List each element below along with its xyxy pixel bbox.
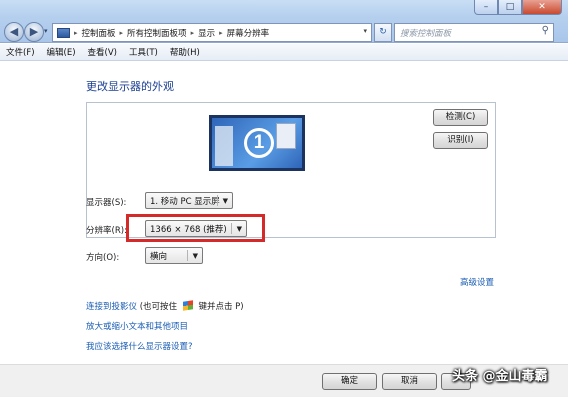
desktop-window-thumbnail [276,123,296,149]
windows-logo-icon [182,300,193,311]
orientation-select[interactable]: 横向 ▼ [145,247,203,264]
breadcrumb-separator-icon: ▸ [119,28,124,37]
detect-button[interactable]: 检测(C) [433,109,488,126]
address-bar[interactable]: ▸ 控制面板 ▸ 所有控制面板项 ▸ 显示 ▸ 屏幕分辨率 ▾ [52,23,372,42]
enlarge-text-link[interactable]: 放大或缩小文本和其他项目 [86,320,188,332]
search-icon[interactable]: ⚲ [542,25,549,36]
forward-button[interactable]: ▶ [24,22,44,42]
desktop-sidebar-thumbnail [215,126,233,166]
back-button[interactable]: ◀ [4,22,24,42]
menu-file[interactable]: 文件(F) [6,46,35,58]
chevron-down-icon: ▼ [222,197,228,205]
window-controls: – □ ✕ [474,0,562,15]
monitor-thumbnail[interactable]: 1 [209,115,305,171]
menu-help[interactable]: 帮助(H) [170,46,200,58]
select-divider [187,250,188,261]
ok-button[interactable]: 确定 [322,373,377,390]
display-label: 显示器(S): [86,198,127,208]
address-dropdown-icon[interactable]: ▾ [363,27,367,35]
chevron-down-icon: ▼ [192,252,198,260]
display-select-value: 1. 移动 PC 显示屏 [150,197,220,207]
which-settings-link[interactable]: 我应该选择什么显示器设置? [86,340,193,352]
orientation-label: 方向(O): [86,253,120,263]
breadcrumb-separator-icon: ▸ [190,28,195,37]
main-content: 更改显示器的外观 1 检测(C) 识别(I) 显示器(S): 1. 移动 PC … [0,62,568,364]
menu-tools[interactable]: 工具(T) [129,46,158,58]
connect-projector-link[interactable]: 连接到投影仪 [86,302,137,312]
projector-hint-before: (也可按住 [139,302,178,312]
control-panel-icon [57,27,70,38]
refresh-button[interactable]: ↻ [374,23,392,42]
close-button[interactable]: ✕ [522,0,562,15]
breadcrumb-control-panel[interactable]: 控制面板 [82,27,116,39]
breadcrumb-separator-icon: ▸ [74,28,78,37]
page-title: 更改显示器的外观 [86,80,174,93]
display-select[interactable]: 1. 移动 PC 显示屏 ▼ [145,192,233,209]
resolution-highlight-box [126,214,265,242]
recent-pages-icon[interactable]: ▾ [44,27,48,35]
identify-button[interactable]: 识别(I) [433,132,488,149]
breadcrumb-display[interactable]: 显示 [198,27,215,39]
menu-bar: 文件(F) 编辑(E) 查看(V) 工具(T) 帮助(H) [0,44,568,61]
select-divider [217,195,218,206]
projector-hint-after: 键并点击 P) [198,302,244,312]
orientation-select-value: 横向 [150,252,168,262]
cancel-button[interactable]: 取消 [382,373,437,390]
search-input[interactable]: 搜索控制面板 ⚲ [394,23,554,42]
watermark-text: 头条 @金山毒霸 [452,369,548,384]
breadcrumb-all-items[interactable]: 所有控制面板项 [127,27,187,39]
breadcrumb-separator-icon: ▸ [219,28,223,37]
menu-edit[interactable]: 编辑(E) [47,46,76,58]
window-title-bar: – □ ✕ ◀ ▶ ▾ ▸ 控制面板 ▸ 所有控制面板项 ▸ 显示 ▸ 屏幕分辨… [0,0,568,43]
minimize-button[interactable]: – [474,0,498,15]
resolution-label: 分辨率(R): [86,226,127,236]
breadcrumb-screen-resolution[interactable]: 屏幕分辨率 [227,27,270,39]
projector-row: 连接到投影仪 (也可按住 键并点击 P) [86,300,244,312]
menu-view[interactable]: 查看(V) [88,46,117,58]
maximize-button[interactable]: □ [498,0,522,15]
advanced-settings-link[interactable]: 高级设置 [460,276,494,288]
monitor-number-badge: 1 [244,128,274,158]
search-placeholder: 搜索控制面板 [400,29,452,39]
